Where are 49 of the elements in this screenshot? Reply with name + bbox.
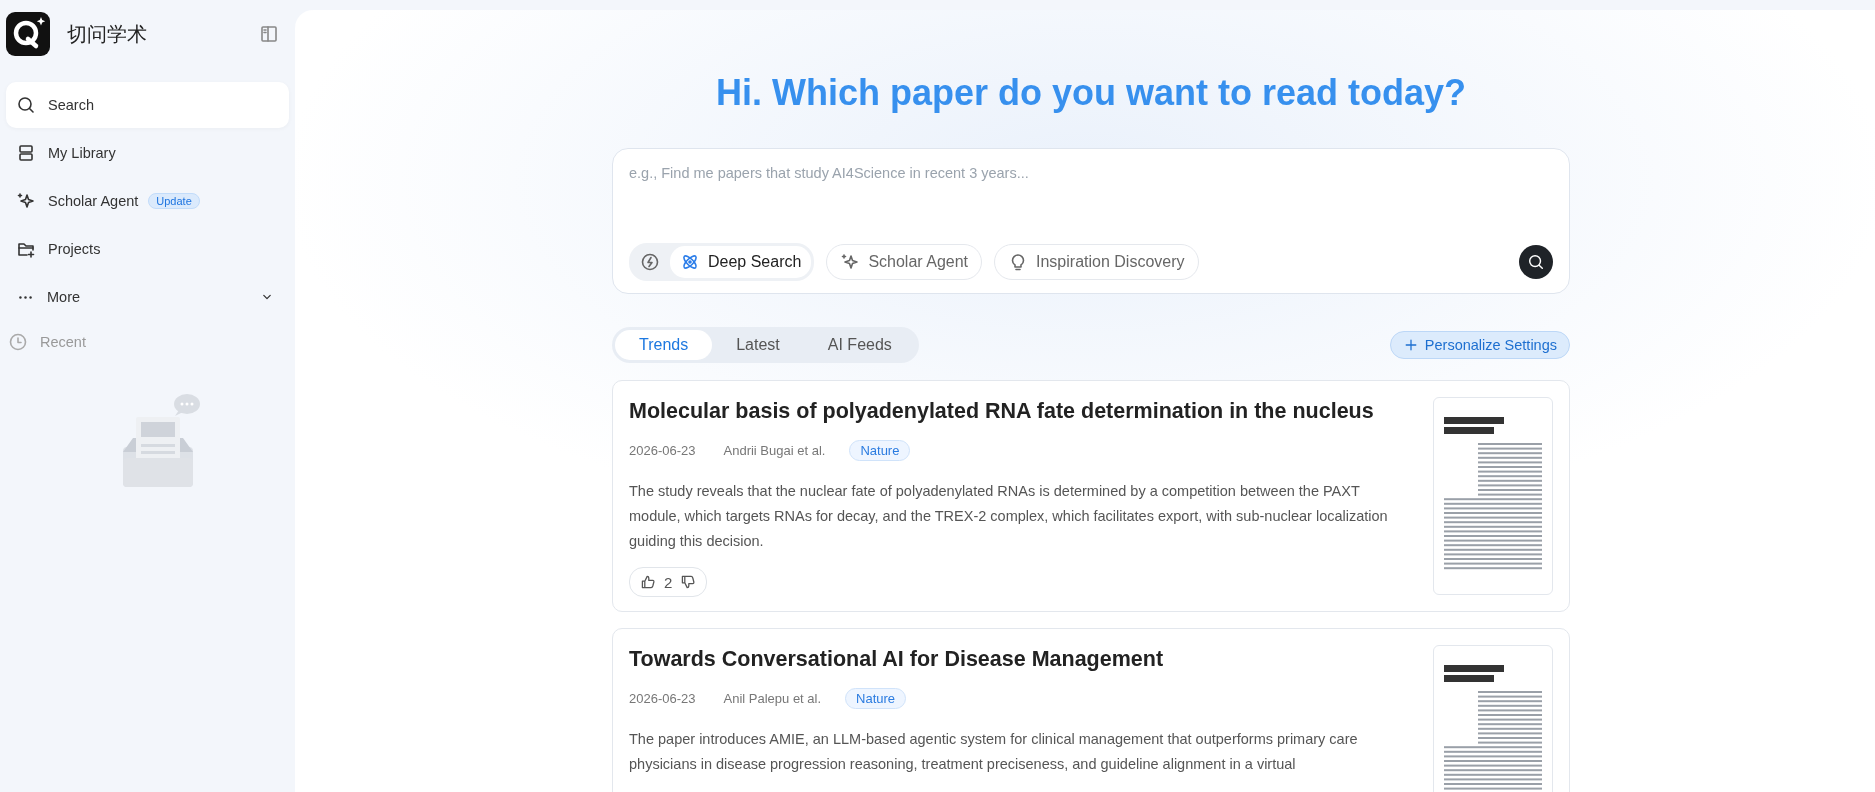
feed-tab[interactable]: Trends	[615, 330, 713, 360]
nav-item[interactable]: More	[6, 274, 289, 320]
more-icon	[19, 295, 32, 299]
personalize-settings-button[interactable]: Personalize Settings	[1389, 331, 1570, 359]
app-logo-icon	[6, 12, 50, 56]
paper-summary: The study reveals that the nuclear fate of polyadenylated RNAs is determined by a competition between the PAXT module, which targets RNAs for decay, and the TREX-2 complex, which facilitates export, with sub-nuclear localization guiding this decision.	[629, 482, 1389, 551]
nav-item[interactable]: Scholar Agent Update	[6, 178, 289, 224]
nav-label: More	[47, 289, 82, 305]
feed-tab[interactable]: Latest	[712, 330, 804, 360]
feed-tab[interactable]: AI Feeds	[803, 330, 916, 360]
nav-label: My Library	[48, 145, 116, 161]
author-list: Andrii Bugai et al.	[723, 443, 826, 458]
search-button[interactable]	[1519, 245, 1553, 279]
paper-card[interactable]	[612, 380, 1570, 612]
mode-button[interactable]: Deep Search	[670, 246, 812, 278]
nav-item[interactable]: My Library	[6, 130, 289, 176]
paper-title: Towards Conversational AI for Disease Management	[629, 647, 1165, 672]
section-label: Recent	[40, 334, 86, 350]
like-count: 2	[664, 573, 673, 591]
paper-summary: The paper introduces AMIE, an LLM-based agentic system for clinical management that outperforms primary care physicians in disease progression reasoning, treatment preciseness, and guideline alignment in a virtual	[629, 730, 1359, 774]
journal-tag: Nature	[845, 688, 907, 709]
nav-label: Scholar Agent	[48, 193, 139, 209]
nav-label: Search	[48, 97, 94, 113]
clock-icon	[8, 332, 28, 352]
publish-date: 2026-06-23	[629, 691, 696, 706]
search-icon	[1527, 253, 1545, 271]
nav-label: Projects	[48, 241, 101, 257]
stack-icon	[16, 143, 36, 163]
update-badge: Update	[148, 193, 200, 209]
nav-item[interactable]: Projects	[6, 226, 289, 272]
lightning-icon	[640, 252, 660, 272]
thumbs-up-icon[interactable]	[640, 574, 656, 590]
search-icon	[16, 95, 36, 115]
nav-item[interactable]: Search	[6, 82, 289, 128]
app-name: 切问学术	[67, 21, 148, 47]
paper-title: Molecular basis of polyadenylated RNA fate determination in the nucleus	[629, 399, 1375, 424]
search-box[interactable]: e.g., Find me papers that study AI4Science in recent 3 years... Deep Search Scholar Agent Inspiration Discovery	[612, 148, 1570, 294]
paper-card[interactable]	[612, 628, 1570, 792]
sidebar-toggle-icon[interactable]	[259, 24, 279, 44]
tool-button[interactable]: Scholar Agent	[826, 244, 982, 280]
publish-date: 2026-06-23	[629, 443, 696, 458]
sparkle-icon	[840, 252, 861, 272]
thumbs-down-icon[interactable]	[680, 574, 697, 590]
author-list: Anil Palepu et al.	[723, 691, 822, 706]
sparkle-icon	[16, 191, 36, 211]
page-heading: Hi. Which paper do you want to read today?	[714, 72, 1467, 114]
atom-icon	[680, 252, 700, 272]
journal-tag: Nature	[849, 440, 911, 461]
tool-button[interactable]: Inspiration Discovery	[994, 244, 1199, 280]
